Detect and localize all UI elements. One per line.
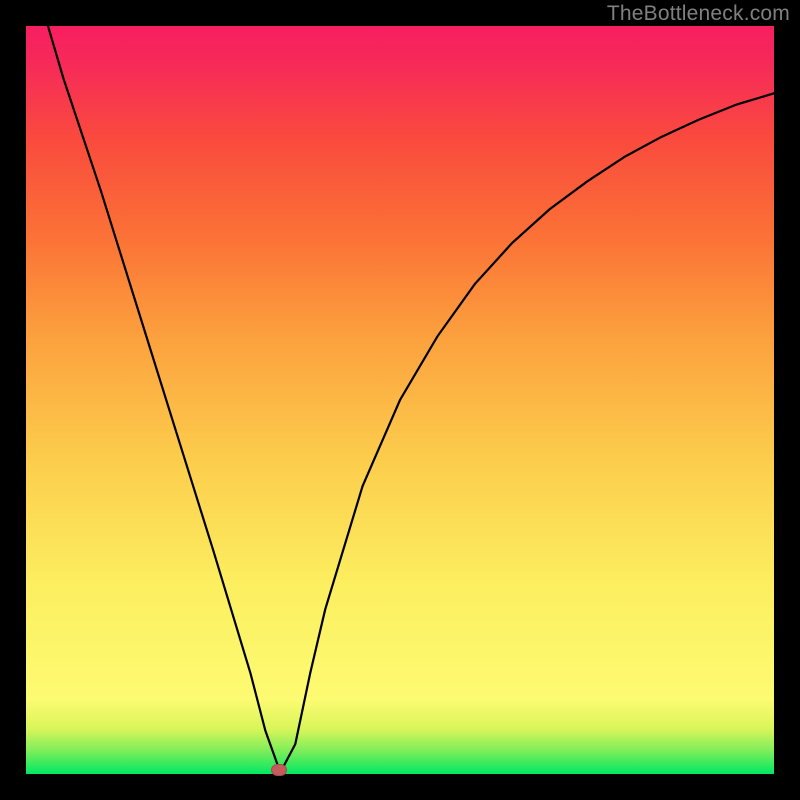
plot-area: [26, 26, 774, 774]
minimum-marker: [271, 764, 287, 776]
curve-path: [26, 26, 774, 772]
chart-frame: TheBottleneck.com: [0, 0, 800, 800]
attribution-text: TheBottleneck.com: [607, 2, 790, 26]
bottleneck-curve: [26, 26, 774, 774]
